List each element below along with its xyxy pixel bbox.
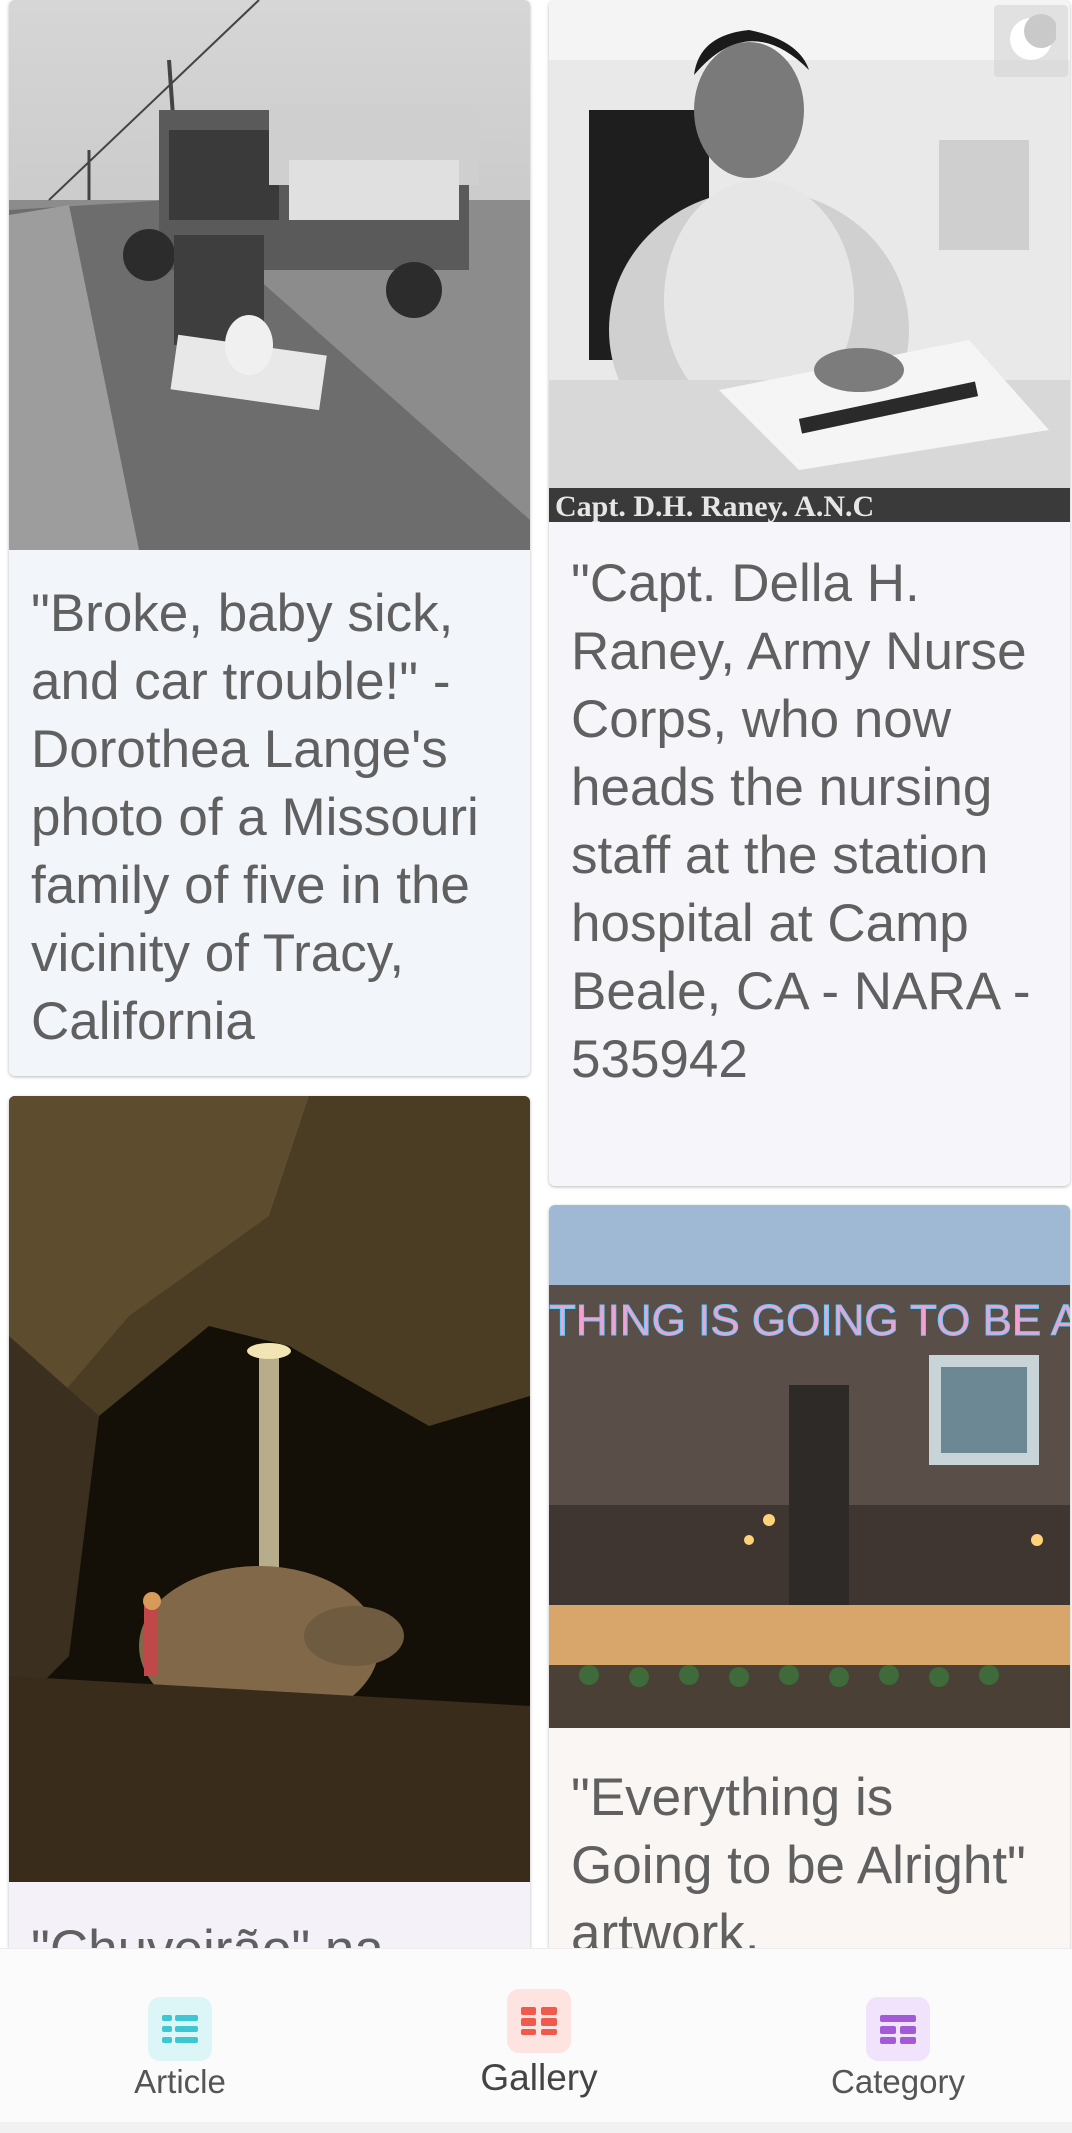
card-photo[interactable]: THING IS GOING TO BE A: [549, 1205, 1070, 1728]
nav-label: Gallery: [480, 2057, 598, 2098]
category-icon: [866, 1997, 930, 2061]
system-nav-bar: [0, 2122, 1072, 2133]
article-list-icon: [148, 1997, 212, 2061]
card-photo[interactable]: [9, 0, 530, 550]
neon-text: THING IS GOING TO BE A: [549, 1296, 1070, 1345]
nav-item-category[interactable]: Category: [748, 1949, 1048, 2123]
nav-label: Article: [134, 2063, 226, 2100]
moon-icon: [1006, 13, 1058, 69]
gallery-card[interactable]: THING IS GOING TO BE A "Everything is Go…: [549, 1205, 1070, 1948]
gallery-card[interactable]: "Chuveirão" na: [9, 1096, 530, 1948]
nav-item-gallery[interactable]: Gallery: [389, 1949, 689, 2123]
nav-label: Category: [831, 2063, 965, 2100]
photo-caption-text: Capt. D.H. Raney. A.N.C: [555, 490, 874, 522]
bottom-navigation: Article Gallery Category: [0, 1948, 1072, 2122]
theme-toggle-button[interactable]: [994, 5, 1068, 77]
card-photo[interactable]: [9, 1096, 530, 1882]
card-caption: "Broke, baby sick, and car trouble!" - D…: [31, 584, 479, 1051]
card-photo[interactable]: Capt. D.H. Raney. A.N.C: [549, 0, 1070, 522]
card-caption: "Everything is Going to be Alright" artw…: [571, 1768, 1026, 1948]
nav-item-article[interactable]: Article: [30, 1949, 330, 2123]
gallery-card[interactable]: "Broke, baby sick, and car trouble!" - D…: [9, 0, 530, 1076]
gallery-card[interactable]: Capt. D.H. Raney. A.N.C "Capt. Della H. …: [549, 0, 1070, 1186]
gallery-grid-icon: [507, 1989, 571, 2053]
card-caption: "Capt. Della H. Raney, Army Nurse Corps,…: [571, 554, 1031, 1089]
card-caption: "Chuveirão" na: [9, 1882, 530, 1948]
gallery-grid: "Broke, baby sick, and car trouble!" - D…: [0, 0, 1072, 1948]
